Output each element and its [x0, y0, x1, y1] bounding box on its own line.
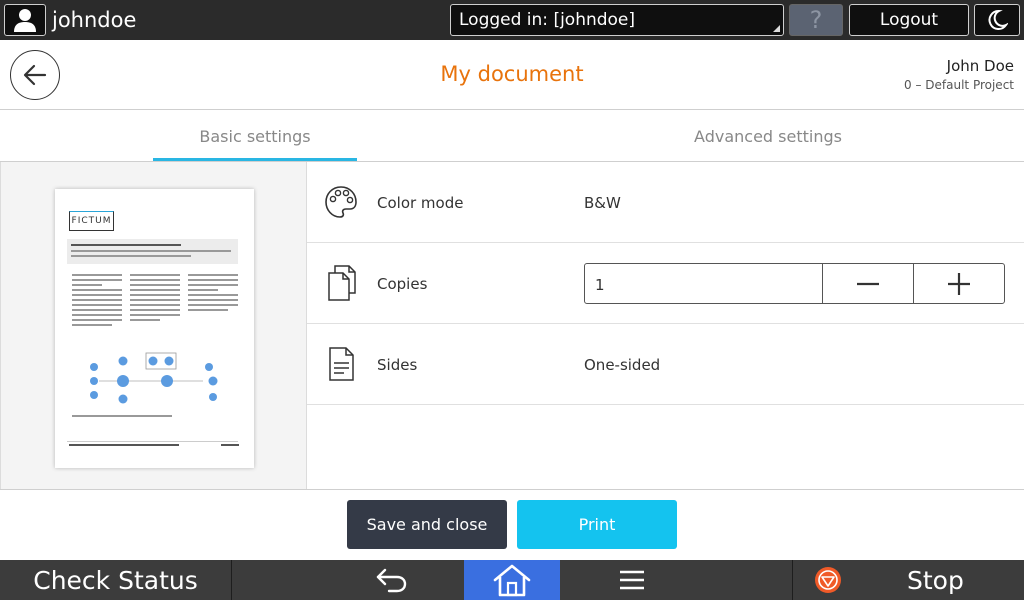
plus-icon [948, 272, 970, 295]
thumb-line [188, 274, 238, 276]
logout-button[interactable]: Logout [849, 4, 969, 36]
setting-row-copies: Copies 1 [307, 243, 1024, 324]
thumb-line [72, 309, 122, 311]
nav-back-button[interactable] [362, 560, 422, 600]
thumb-line [188, 284, 238, 286]
thumb-line [71, 255, 191, 257]
user-account-button[interactable] [4, 4, 46, 36]
login-status-text: Logged in: [johndoe] [459, 10, 636, 30]
home-icon [493, 564, 531, 597]
minus-icon [857, 282, 879, 285]
thumb-line [188, 279, 238, 281]
decrement-copies-button[interactable] [822, 264, 913, 303]
thumb-line [72, 319, 122, 321]
logo-text: FICTUM [69, 211, 114, 231]
project-name: 0 – Default Project [904, 78, 1014, 92]
save-and-close-button[interactable]: Save and close [347, 500, 507, 549]
thumb-line [130, 309, 180, 311]
thumb-line [72, 279, 122, 281]
night-mode-button[interactable] [974, 4, 1020, 36]
thumb-line [71, 250, 231, 252]
thumb-line [188, 299, 238, 301]
check-status-button[interactable]: Check Status [0, 560, 232, 600]
nav-menu-button[interactable] [602, 560, 662, 600]
thumb-line [72, 284, 102, 286]
device-bottom-bar: Check Status Stop [0, 560, 1024, 600]
system-top-bar: johndoe Logged in: [johndoe] ? Logout [0, 0, 1024, 40]
thumb-line [221, 444, 239, 446]
basic-settings-list: Color mode B&W Copies 1 Sides One-sided [307, 162, 1024, 489]
stop-button[interactable]: Stop [792, 560, 1024, 600]
user-full-name: John Doe [946, 57, 1014, 75]
sides-label: Sides [377, 356, 418, 374]
thumb-line [130, 304, 180, 306]
tab-advanced-settings[interactable]: Advanced settings [666, 111, 870, 161]
thumb-line [72, 415, 172, 417]
thumb-line [188, 304, 238, 306]
thumb-line [188, 294, 238, 296]
return-arrow-icon [376, 568, 407, 593]
setting-row-color-mode[interactable]: Color mode B&W [307, 162, 1024, 243]
thumbnail-diagram [90, 352, 218, 404]
thumb-line [72, 274, 122, 276]
thumb-footer-rule [67, 441, 238, 442]
user-icon [14, 9, 36, 32]
moon-icon [988, 9, 1008, 30]
document-preview-pane: FICTUM [0, 162, 307, 489]
thumbnail-heading-band [67, 239, 238, 264]
thumb-line [130, 284, 180, 286]
thumb-line [130, 289, 180, 291]
username-label: johndoe [52, 8, 137, 32]
nav-home-button[interactable] [464, 560, 560, 600]
hamburger-menu-icon [620, 570, 644, 590]
tab-basic-settings[interactable]: Basic settings [153, 111, 357, 161]
thumb-line [72, 294, 122, 296]
thumb-line [130, 299, 180, 301]
page-title: My document [440, 62, 584, 86]
thumb-line [188, 289, 218, 291]
document-icon [321, 344, 361, 384]
setting-row-sides[interactable]: Sides One-sided [307, 324, 1024, 405]
thumb-line [72, 304, 122, 306]
color-mode-value[interactable]: B&W [584, 162, 621, 243]
thumb-line [188, 309, 228, 311]
thumb-line [72, 289, 122, 291]
thumb-line [130, 294, 180, 296]
document-header: My document John Doe 0 – Default Project [0, 40, 1024, 110]
action-bar: Save and close Print [0, 489, 1024, 560]
thumb-line [72, 299, 122, 301]
stop-label: Stop [907, 566, 964, 595]
settings-tabs: Basic settings Advanced settings [0, 111, 1024, 162]
print-button[interactable]: Print [517, 500, 677, 549]
copies-icon [321, 263, 361, 303]
thumb-line [130, 274, 180, 276]
thumb-line [130, 279, 180, 281]
thumb-line [69, 444, 179, 446]
increment-copies-button[interactable] [913, 264, 1004, 303]
copies-value-input[interactable]: 1 [595, 264, 605, 303]
document-thumbnail[interactable]: FICTUM [55, 189, 254, 468]
thumb-line [72, 314, 122, 316]
color-mode-label: Color mode [377, 194, 464, 212]
thumb-line [71, 244, 181, 246]
login-status-select[interactable]: Logged in: [johndoe] [450, 4, 784, 36]
copies-label: Copies [377, 275, 428, 293]
thumb-line [130, 314, 180, 316]
dropdown-corner-icon [773, 25, 780, 32]
sides-value[interactable]: One-sided [584, 324, 660, 405]
copies-stepper: 1 [584, 263, 1005, 304]
stop-icon [815, 567, 841, 593]
help-button[interactable]: ? [789, 4, 843, 36]
thumb-line [130, 319, 160, 321]
palette-icon [321, 182, 361, 222]
thumb-line [72, 324, 112, 326]
